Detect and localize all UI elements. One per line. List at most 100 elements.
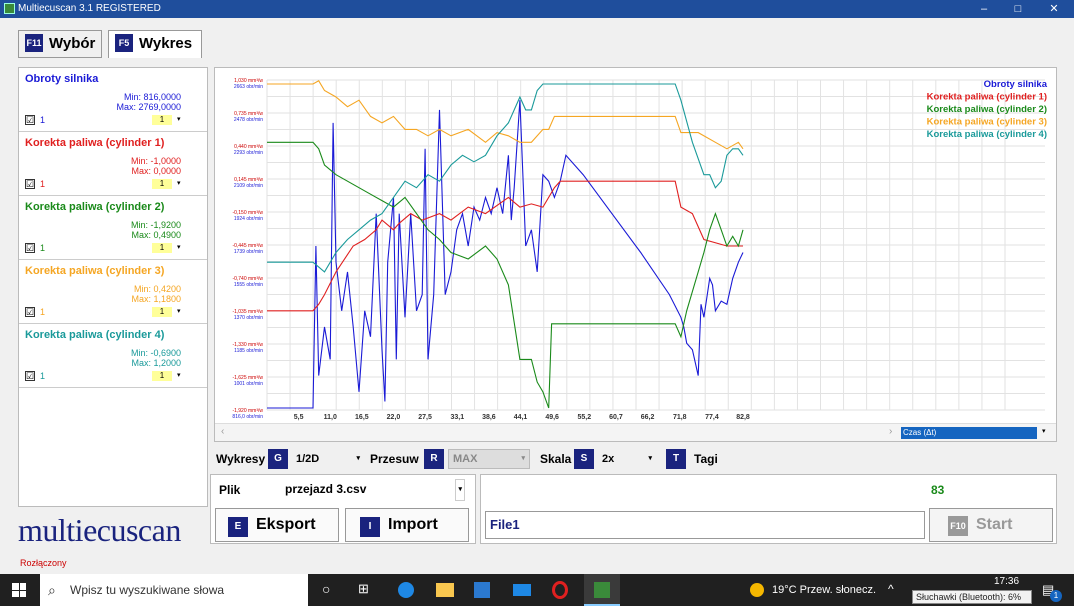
- przesuw-label: Przesuw: [370, 452, 419, 466]
- eksport-button[interactable]: E Eksport: [215, 508, 339, 542]
- wykresy-key[interactable]: G: [268, 449, 288, 469]
- chart-svg: 1,030 mm³/w2663 obr/min0,735 mm³/w2478 o…: [232, 78, 1048, 421]
- record-count: 83: [931, 483, 945, 497]
- file-name-field[interactable]: File1: [485, 511, 925, 539]
- channel-checkbox[interactable]: ☑: [25, 307, 35, 317]
- channel-min: Min: 0,4200: [133, 284, 181, 294]
- przesuw-select[interactable]: MAX ▾: [448, 449, 530, 469]
- channel-name: Korekta paliwa (cylinder 1): [25, 137, 165, 149]
- x-tick-label: 66,2: [641, 414, 655, 421]
- channel-item[interactable]: Korekta paliwa (cylinder 3) Min: 0,4200 …: [19, 260, 207, 324]
- app-icon: [4, 3, 15, 14]
- chevron-down-icon: ▾: [177, 180, 181, 187]
- channel-item[interactable]: Korekta paliwa (cylinder 1) Min: -1,0000…: [19, 132, 207, 196]
- channel-checkbox[interactable]: ☑: [25, 179, 35, 189]
- opera-icon[interactable]: [552, 581, 568, 599]
- tab-wykres[interactable]: F5 Wykres: [108, 30, 202, 58]
- file-value: przejazd 3.csv: [285, 482, 367, 496]
- channel-max: Max: 2769,0000: [116, 102, 181, 112]
- multiecuscan-task-icon[interactable]: [584, 574, 620, 606]
- scroll-left-icon[interactable]: ‹: [221, 426, 224, 437]
- skala-key[interactable]: S: [574, 449, 594, 469]
- notification-badge: 1: [1050, 590, 1062, 602]
- x-tick-label: 33,1: [450, 414, 464, 421]
- channel-scale-select[interactable]: 1: [152, 371, 172, 381]
- channel-min: Min: -0,6900: [130, 348, 181, 358]
- maximize-button[interactable]: □: [1000, 0, 1036, 18]
- legend-item: Korekta paliwa (cylinder 2): [927, 104, 1047, 115]
- y-tick-label: 1001 obr/min: [234, 381, 263, 387]
- tab-label: Wykres: [139, 35, 193, 52]
- chevron-down-icon: ▾: [648, 455, 652, 462]
- tab-wybor[interactable]: F11 Wybór: [18, 30, 102, 58]
- minimize-button[interactable]: –: [966, 0, 1002, 18]
- channel-checkbox[interactable]: ☑: [25, 371, 35, 381]
- skala-select[interactable]: 2x ▾: [598, 449, 656, 469]
- task-switch-icon[interactable]: ⊞: [358, 581, 369, 597]
- clock[interactable]: 17:36: [994, 576, 1019, 587]
- y-tick-label: 2478 obr/min: [234, 117, 263, 123]
- scroll-right-icon[interactable]: ›: [889, 426, 892, 437]
- chart-scrollbar[interactable]: ‹ › Czas (Δt) ▾: [215, 423, 1056, 441]
- import-key: I: [360, 517, 380, 537]
- search-placeholder: Wpisz tu wyszukiwane słowa: [70, 583, 225, 597]
- channel-scale-select[interactable]: 1: [152, 115, 172, 125]
- legend-item: Korekta paliwa (cylinder 1): [927, 92, 1047, 103]
- x-tick-label: 44,1: [514, 414, 528, 421]
- windows-start-icon[interactable]: [12, 583, 26, 597]
- legend-item: Obroty silnika: [984, 79, 1048, 90]
- channel-name: Obroty silnika: [25, 73, 99, 85]
- start-button[interactable]: F10 Start: [929, 508, 1053, 542]
- y-tick-label: 2663 obr/min: [234, 84, 263, 90]
- weather-text[interactable]: 19°C Przew. słonecz.: [772, 584, 876, 596]
- channel-max: Max: 0,4900: [131, 230, 181, 240]
- mail-icon[interactable]: [513, 584, 531, 596]
- channel-item[interactable]: Korekta paliwa (cylinder 2) Min: -1,9200…: [19, 196, 207, 260]
- y-tick-label: 2293 obr/min: [234, 150, 263, 156]
- tagi-label[interactable]: Tagi: [694, 452, 718, 466]
- channel-item[interactable]: Korekta paliwa (cylinder 4) Min: -0,6900…: [19, 324, 207, 388]
- start-key: F10: [948, 516, 968, 536]
- tab-key: F5: [115, 34, 133, 52]
- chevron-down-icon[interactable]: ▾: [1042, 427, 1046, 435]
- channel-item[interactable]: Obroty silnika Min: 816,0000 Max: 2769,0…: [19, 68, 207, 132]
- channel-num: 1: [40, 179, 46, 189]
- file-select[interactable]: przejazd 3.csv ▾: [279, 479, 469, 501]
- przesuw-key[interactable]: R: [424, 449, 444, 469]
- x-tick-label: 55,2: [578, 414, 592, 421]
- channel-num: 1: [40, 371, 46, 381]
- chart-area[interactable]: 1,030 mm³/w 2663 obr/min 0,735 mm³/w 2478 o…: [214, 67, 1057, 442]
- close-button[interactable]: ✕: [1036, 0, 1072, 18]
- y-tick-label: 1555 obr/min: [234, 282, 263, 288]
- file-explorer-icon[interactable]: [436, 583, 454, 597]
- series-line: [267, 80, 744, 150]
- chevron-up-icon[interactable]: ^: [888, 582, 894, 596]
- chevron-down-icon: ▾: [177, 372, 181, 379]
- tagi-key[interactable]: T: [666, 449, 686, 469]
- channel-scale-select[interactable]: 1: [152, 307, 172, 317]
- title-bar: Multiecuscan 3.1 REGISTERED – □ ✕: [0, 0, 1074, 18]
- x-tick-label: 82,8: [736, 414, 750, 421]
- channel-checkbox[interactable]: ☑: [25, 243, 35, 253]
- task-view-icon[interactable]: ○: [322, 581, 330, 597]
- tab-key: F11: [25, 34, 43, 52]
- file-panel: Plik przejazd 3.csv ▾ E Eksport I Import: [210, 474, 476, 544]
- x-axis-selector[interactable]: Czas (Δt): [901, 427, 1037, 439]
- file-label: Plik: [219, 483, 241, 497]
- run-panel: 83 File1 F10 Start: [480, 474, 1057, 544]
- channel-scale-select[interactable]: 1: [152, 179, 172, 189]
- tooltip: Słuchawki (Bluetooth): 6%: [912, 590, 1032, 604]
- legend-item: Korekta paliwa (cylinder 4): [927, 129, 1047, 140]
- x-tick-label: 60,7: [609, 414, 623, 421]
- wykresy-select[interactable]: 1/2D ▾: [292, 449, 364, 469]
- taskbar-search[interactable]: ⌕ Wpisz tu wyszukiwane słowa: [40, 574, 308, 606]
- x-tick-label: 5,5: [294, 414, 304, 421]
- weather-icon: [750, 583, 764, 597]
- channel-scale-select[interactable]: 1: [152, 243, 172, 253]
- edge-icon[interactable]: [398, 582, 414, 598]
- import-button[interactable]: I Import: [345, 508, 469, 542]
- store-icon[interactable]: [474, 582, 490, 598]
- channel-checkbox[interactable]: ☑: [25, 115, 35, 125]
- skala-value: 2x: [602, 453, 615, 465]
- channel-max: Max: 1,1800: [131, 294, 181, 304]
